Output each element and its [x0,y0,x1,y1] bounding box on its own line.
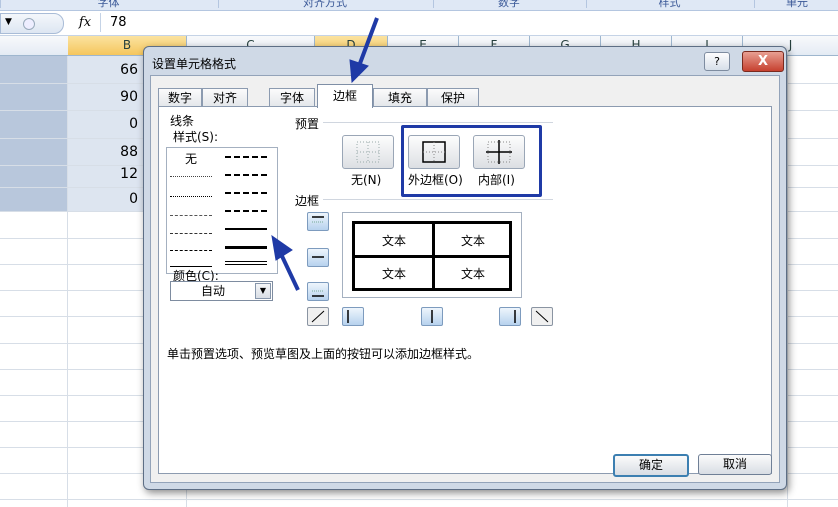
annotation-arrows [271,17,379,291]
arrow-icon [271,17,379,291]
tab-border[interactable]: 边框 [317,84,373,108]
